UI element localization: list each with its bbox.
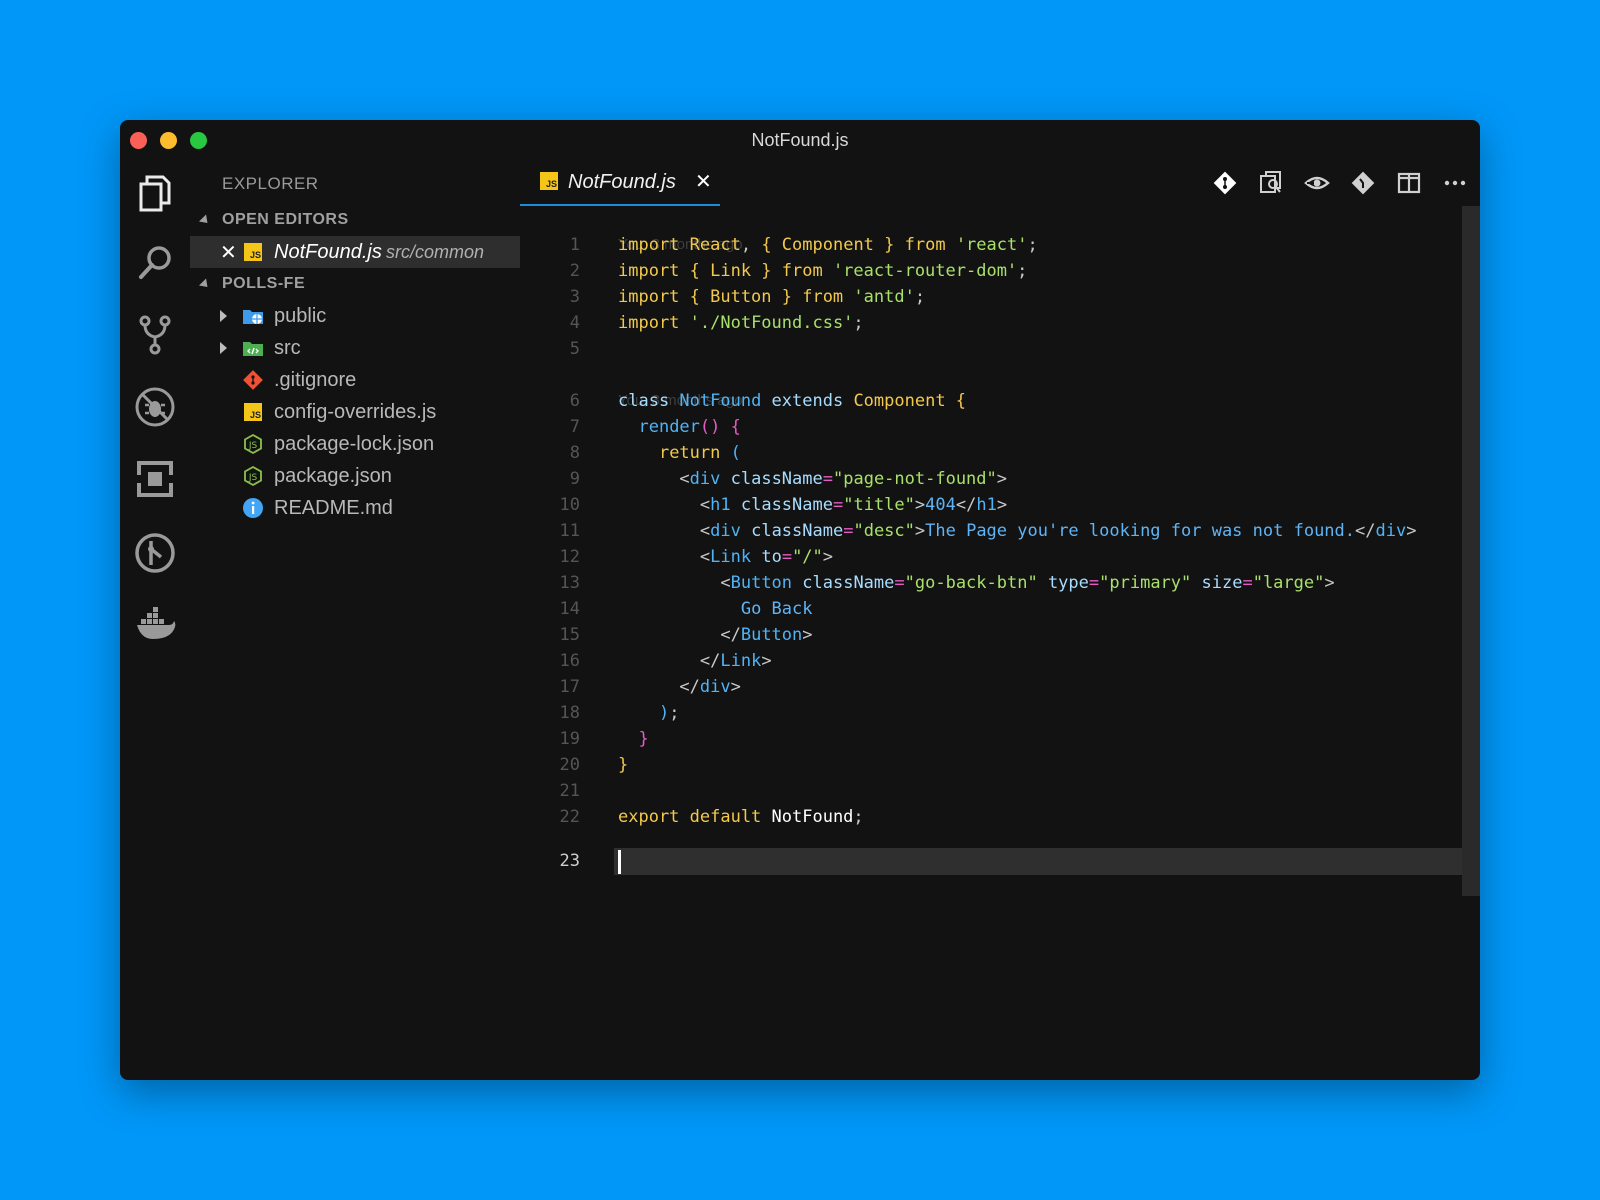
code-line: 16 </Link> [559,651,772,671]
tree-item-readme[interactable]: README.md [190,492,520,524]
editor-scrollbar[interactable] [1462,206,1480,896]
code-line: 3 import { Button } from 'antd'; [569,287,926,307]
nodejs-icon: JS [242,465,264,487]
explorer-title: EXPLORER [222,174,319,193]
code-line: 6 class NotFound extends Component { [569,391,967,411]
editor-window: NotFound.js EXPLORER OPEN EDITORS ✕ JS N… [120,120,1480,1080]
code-editor[interactable]: You, 3 months ago You, 3 months ago 1 imp… [520,206,1480,1080]
explorer-icon[interactable] [132,170,178,216]
svg-text:JS: JS [248,473,258,483]
tree-item-src[interactable]: src [190,332,520,364]
toggle-blame-icon[interactable] [1302,168,1332,198]
folder-public-icon [242,305,264,327]
code-line: 22 export default NotFound; [559,807,864,827]
tree-item-public[interactable]: public [190,300,520,332]
tree-item-package-json[interactable]: JS package.json [190,460,520,492]
open-editor-filename: NotFound.js [274,240,382,263]
open-editor-path: src/common [386,241,485,262]
code-line: 13 <Button className="go-back-btn" type=… [559,573,1335,593]
tree-item-label: public [274,304,327,327]
code-line: 20} [559,755,629,775]
docker-icon[interactable] [132,602,178,648]
info-icon [242,497,264,519]
js-file-icon: JS [242,401,264,423]
code-line: 21 [559,781,580,801]
split-editor-icon[interactable] [1394,168,1424,198]
chevron-right-icon [220,342,227,354]
js-file-icon: JS [242,241,264,263]
code-line: 15 </Button> [559,625,813,645]
project-header[interactable]: POLLS-FE [198,275,306,293]
code-line: 7 render() { [569,417,741,437]
code-line: 19 } [559,729,649,749]
close-tab-icon[interactable]: ✕ [695,169,712,194]
tree-item-label: config-overrides.js [274,400,437,423]
debug-icon[interactable] [132,384,178,430]
code-line: 9 <div className="page-not-found"> [569,469,1008,489]
more-actions-icon[interactable] [1440,168,1470,198]
js-file-icon: JS [540,172,558,190]
window-title: NotFound.js [751,130,849,150]
tree-item-config-overrides[interactable]: JS config-overrides.js [190,396,520,428]
tree-item-label: .gitignore [274,368,357,391]
chevron-right-icon [220,310,227,322]
code-line: 2 import { Link } from 'react-router-dom'… [569,261,1028,281]
code-line: 14 Go Back [559,599,813,619]
activity-bar [120,160,190,1080]
tab-bar: JS NotFound.js ✕ [520,160,1480,206]
git-compare-icon[interactable] [1210,168,1240,198]
code-line: 1 import React, { Component } from 'react… [569,235,1038,255]
svg-text:JS: JS [248,441,258,451]
open-editor-item[interactable]: ✕ JS NotFound.js src/common [190,236,520,268]
project-label: POLLS-FE [222,275,306,292]
tree-item-gitignore[interactable]: .gitignore [190,364,520,396]
open-changes-icon[interactable] [1256,168,1286,198]
open-editors-label: OPEN EDITORS [222,211,349,228]
close-editor-icon[interactable]: ✕ [220,240,237,265]
code-line: 8 return ( [569,443,741,463]
code-line: 11 <div className="desc">The Page you're… [559,521,1417,541]
code-line: 23 [559,851,580,871]
tree-item-label: src [274,336,301,359]
tree-item-label: README.md [274,496,393,519]
tree-item-package-lock[interactable]: JS package-lock.json [190,428,520,460]
open-editors-header[interactable]: OPEN EDITORS [198,211,349,229]
tree-item-label: package.json [274,464,392,487]
code-line: 17 </div> [559,677,741,697]
collapse-triangle-icon [198,213,212,227]
code-line: 5 [569,339,580,359]
tab-label: NotFound.js [568,171,676,193]
nodejs-icon: JS [242,433,264,455]
code-line: 4 import './NotFound.css'; [569,313,864,333]
tree-item-label: package-lock.json [274,432,435,455]
git-history-icon[interactable] [1348,168,1378,198]
folder-src-icon [242,337,264,359]
gitlens-icon[interactable] [132,530,178,576]
code-line: 10 <h1 className="title">404</h1> [559,495,1008,515]
source-control-icon[interactable] [132,312,178,358]
editor-toolbar [1210,168,1470,198]
code-line: 12 <Link to="/"> [559,547,834,567]
blame-annotation: You, 3 months ago [618,392,743,409]
search-icon[interactable] [132,240,178,286]
extensions-icon[interactable] [132,456,178,502]
code-line: 18 ); [559,703,680,723]
git-icon [242,369,264,391]
collapse-triangle-icon [198,277,212,291]
tab-notfound-js[interactable]: JS NotFound.js ✕ [520,160,720,206]
explorer-sidebar: EXPLORER OPEN EDITORS ✕ JS NotFound.js s… [190,160,520,1080]
title-bar: NotFound.js [120,120,1480,160]
blame-annotation: You, 3 months ago [618,236,743,253]
